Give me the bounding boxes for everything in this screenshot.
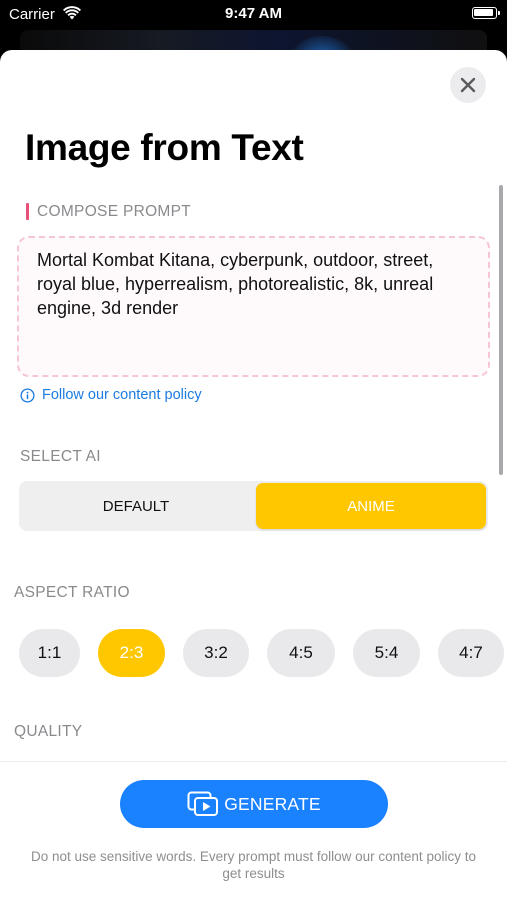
info-icon [20, 387, 35, 403]
image-from-text-sheet: Image from Text COMPOSE PROMPT Mortal Ko… [0, 50, 507, 900]
ai-option-anime[interactable]: ANIME [256, 483, 486, 529]
close-icon [460, 77, 476, 93]
footer-divider [0, 761, 507, 762]
disclaimer-text: Do not use sensitive words. Every prompt… [31, 849, 476, 881]
ai-model-selector: DEFAULT ANIME [19, 481, 488, 531]
aspect-ratio-2-3[interactable]: 2:3 [98, 629, 165, 677]
prompt-input[interactable]: Mortal Kombat Kitana, cyberpunk, outdoor… [17, 236, 490, 377]
close-button[interactable] [450, 67, 486, 103]
select-ai-label: SELECT AI [20, 448, 101, 465]
quality-label: QUALITY [14, 723, 83, 740]
aspect-ratio-4-5[interactable]: 4:5 [267, 629, 335, 677]
page-title: Image from Text [25, 127, 304, 168]
scroll-indicator[interactable] [499, 185, 503, 475]
generate-label: GENERATE [224, 793, 321, 814]
aspect-ratio-3-2[interactable]: 3:2 [183, 629, 249, 677]
generate-image-icon [187, 791, 219, 816]
compose-prompt-label: COMPOSE PROMPT [37, 203, 192, 220]
ai-option-default[interactable]: DEFAULT [19, 481, 253, 531]
status-bar: Carrier 9:47 AM [0, 0, 507, 30]
battery-icon [472, 7, 500, 19]
aspect-ratio-label: ASPECT RATIO [14, 584, 130, 601]
compose-prompt-marker [26, 203, 29, 220]
content-policy-link[interactable]: Follow our content policy [20, 387, 202, 403]
aspect-ratio-4-7[interactable]: 4:7 [438, 629, 504, 677]
status-time: 9:47 AM [225, 5, 282, 22]
generate-button[interactable]: GENERATE [120, 780, 388, 828]
aspect-ratio-1-1[interactable]: 1:1 [19, 629, 80, 677]
aspect-ratio-5-4[interactable]: 5:4 [353, 629, 420, 677]
content-policy-label: Follow our content policy [42, 387, 202, 403]
